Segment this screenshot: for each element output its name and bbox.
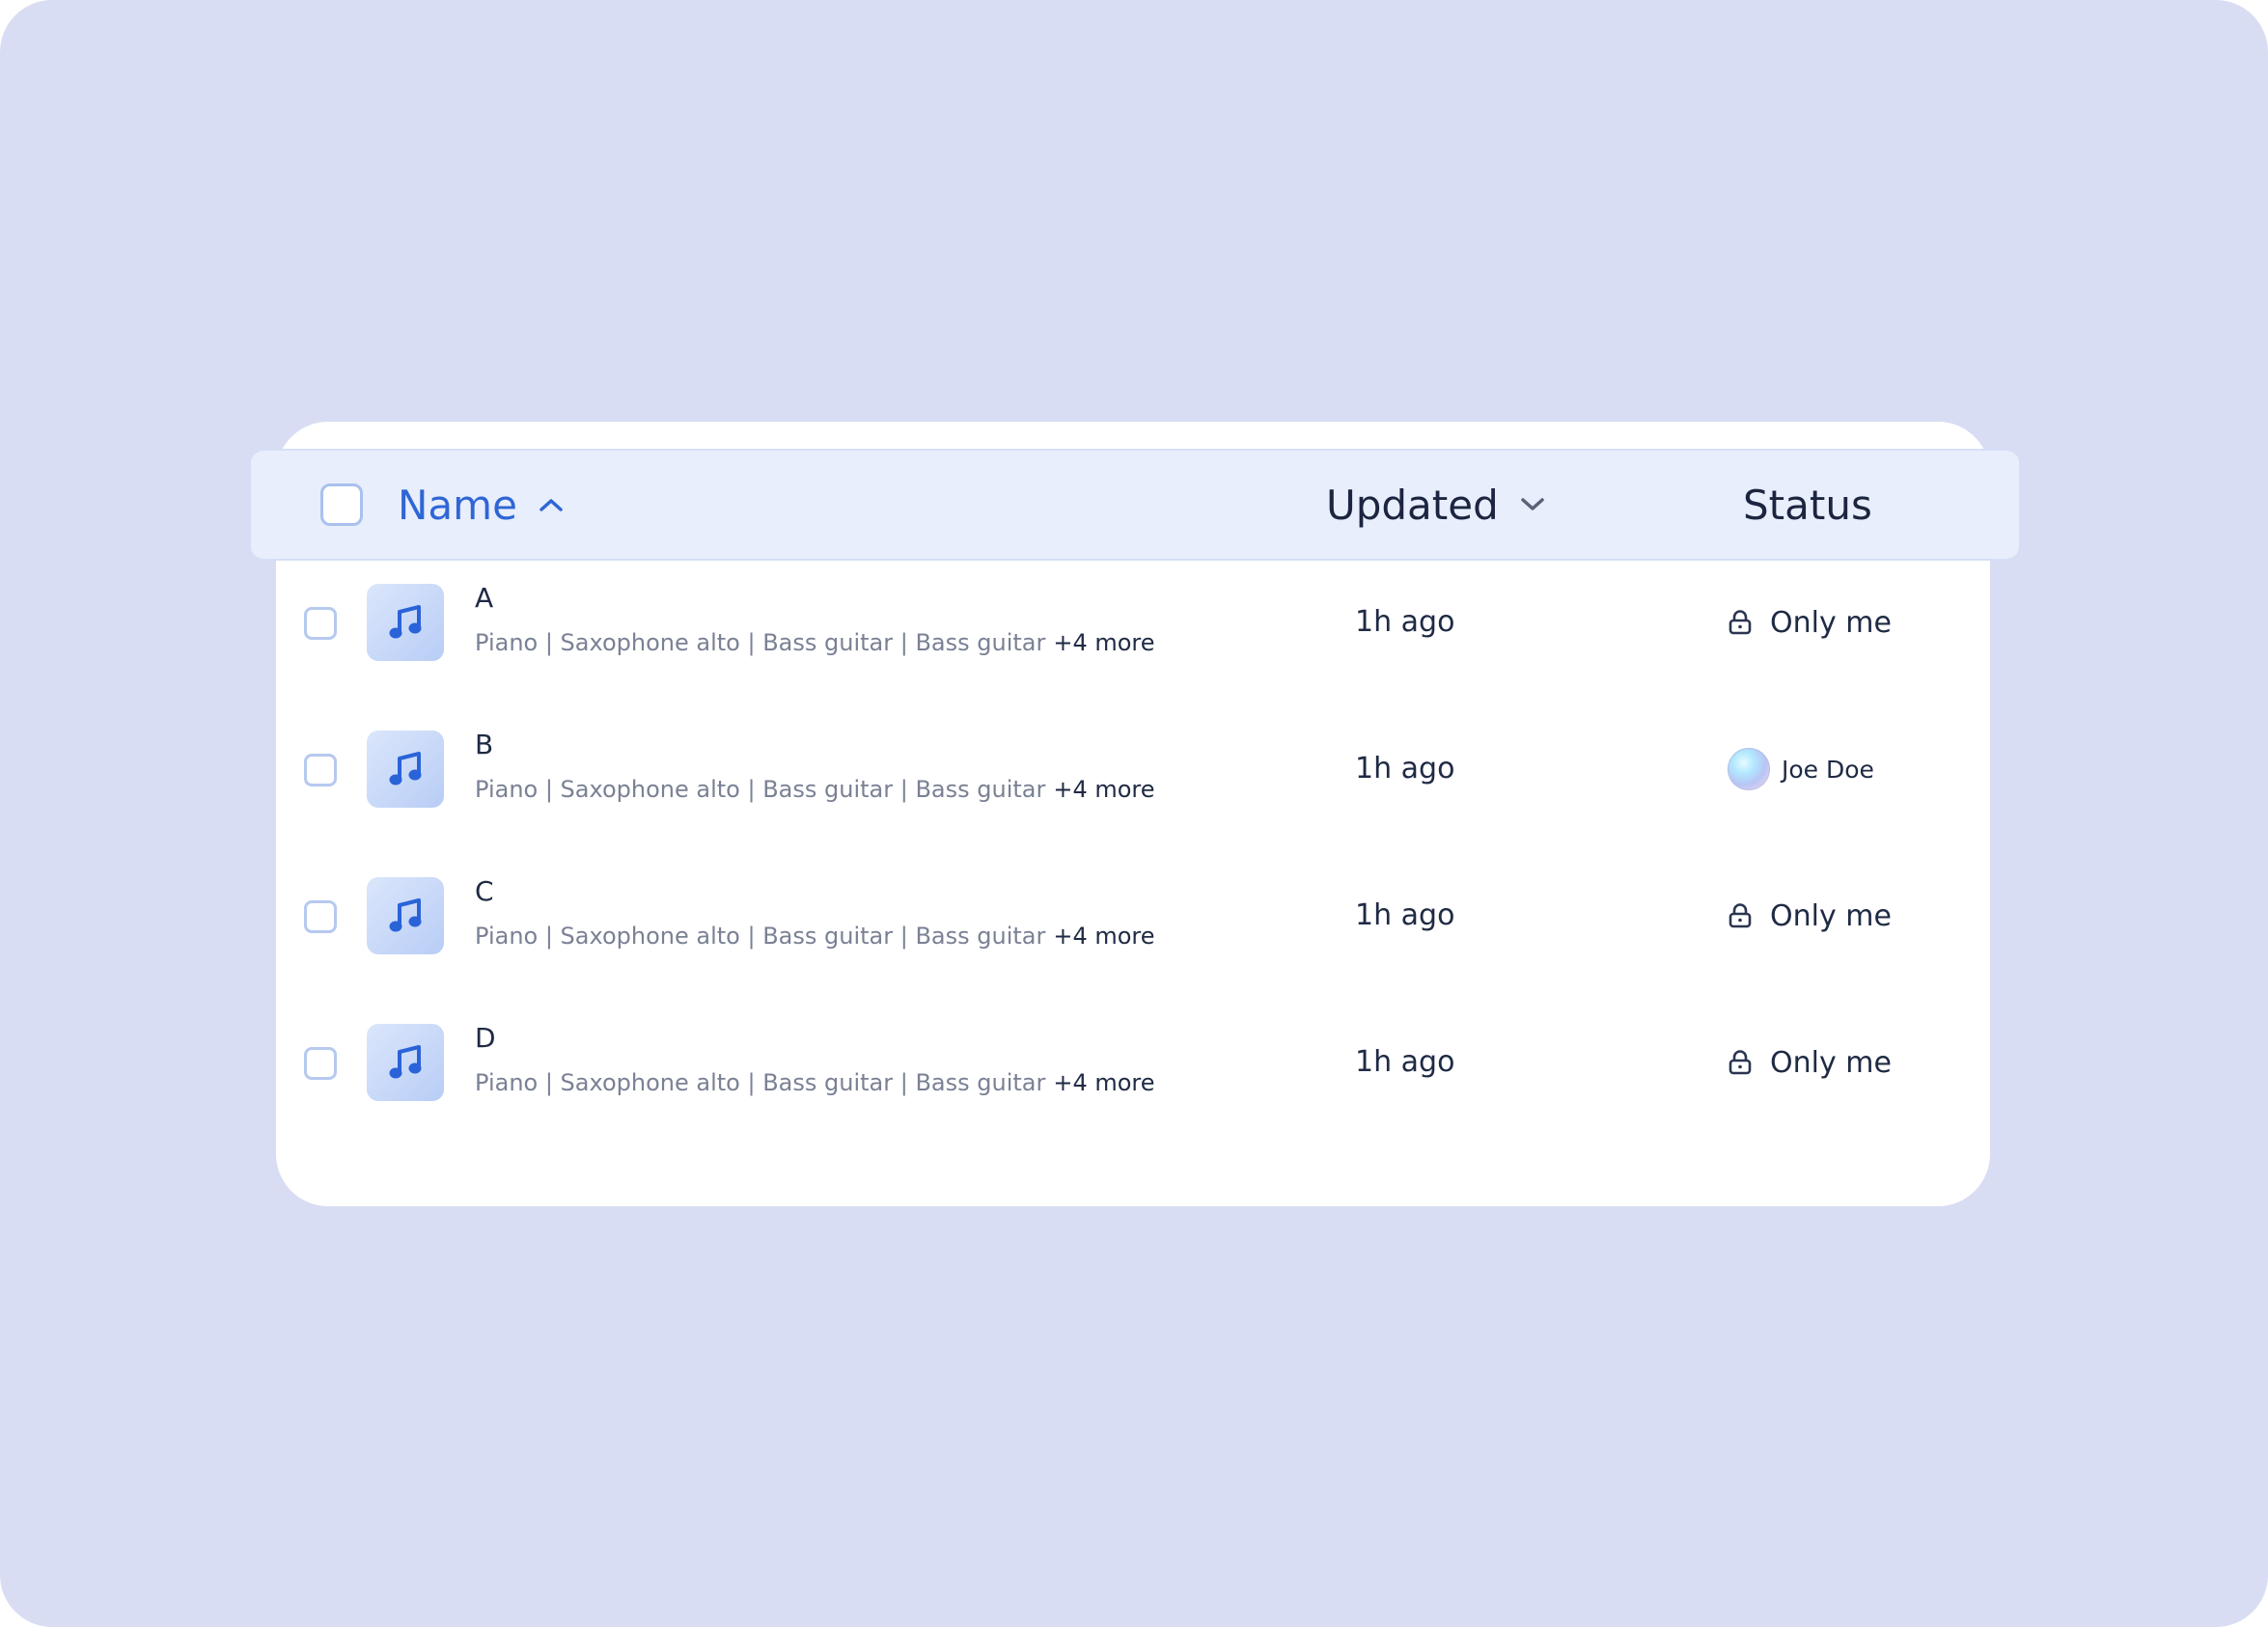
updated-column-label: Updated bbox=[1326, 481, 1499, 529]
file-tags: Piano | Saxophone alto | Bass guitar | B… bbox=[475, 922, 1155, 951]
updated-time: 1h ago bbox=[1355, 1045, 1455, 1079]
file-name: D bbox=[475, 1022, 496, 1054]
file-tags: Piano | Saxophone alto | Bass guitar | B… bbox=[475, 1068, 1155, 1097]
row-checkbox[interactable] bbox=[304, 754, 337, 786]
updated-time: 1h ago bbox=[1355, 752, 1455, 786]
table-header: Name Updated Status bbox=[251, 449, 2019, 561]
updated-column-header[interactable]: Updated bbox=[1326, 474, 1545, 536]
music-note-icon bbox=[367, 1024, 444, 1101]
file-name: B bbox=[475, 729, 494, 760]
chevron-up-icon bbox=[539, 497, 564, 512]
more-tags-link[interactable]: +4 more bbox=[1053, 629, 1154, 656]
updated-time: 1h ago bbox=[1355, 605, 1455, 639]
select-all-checkbox[interactable] bbox=[320, 483, 363, 526]
music-note-icon bbox=[367, 731, 444, 808]
status-text: Only me bbox=[1770, 898, 1892, 933]
table-row[interactable]: D Piano | Saxophone alto | Bass guitar |… bbox=[276, 1005, 1990, 1120]
avatar bbox=[1728, 748, 1770, 790]
lock-icon bbox=[1728, 902, 1753, 929]
status-column-label: Status bbox=[1743, 481, 1872, 529]
file-name: A bbox=[475, 582, 494, 614]
status-text: Only me bbox=[1770, 1045, 1892, 1080]
file-name: C bbox=[475, 875, 494, 907]
updated-time: 1h ago bbox=[1355, 898, 1455, 932]
table-row[interactable]: C Piano | Saxophone alto | Bass guitar |… bbox=[276, 858, 1990, 974]
row-checkbox[interactable] bbox=[304, 900, 337, 933]
name-column-header[interactable]: Name bbox=[398, 474, 564, 536]
music-note-icon bbox=[367, 584, 444, 661]
status-cell: Joe Doe bbox=[1728, 748, 1874, 790]
status-cell: Only me bbox=[1728, 895, 1892, 937]
table-row[interactable]: B Piano | Saxophone alto | Bass guitar |… bbox=[276, 711, 1990, 827]
lock-icon bbox=[1728, 1049, 1753, 1076]
file-tags-text: Piano | Saxophone alto | Bass guitar | B… bbox=[475, 629, 1046, 656]
file-tags-text: Piano | Saxophone alto | Bass guitar | B… bbox=[475, 923, 1046, 950]
row-checkbox[interactable] bbox=[304, 1047, 337, 1080]
lock-icon bbox=[1728, 609, 1753, 636]
table-row[interactable]: A Piano | Saxophone alto | Bass guitar |… bbox=[276, 565, 1990, 680]
status-cell: Only me bbox=[1728, 1041, 1892, 1084]
status-cell: Only me bbox=[1728, 601, 1892, 644]
file-tags-text: Piano | Saxophone alto | Bass guitar | B… bbox=[475, 1069, 1046, 1096]
file-tags-text: Piano | Saxophone alto | Bass guitar | B… bbox=[475, 776, 1046, 803]
more-tags-link[interactable]: +4 more bbox=[1053, 1069, 1154, 1096]
file-tags: Piano | Saxophone alto | Bass guitar | B… bbox=[475, 775, 1155, 804]
status-text: Joe Doe bbox=[1782, 755, 1874, 784]
status-column-header: Status bbox=[1743, 474, 1872, 536]
more-tags-link[interactable]: +4 more bbox=[1053, 776, 1154, 803]
more-tags-link[interactable]: +4 more bbox=[1053, 923, 1154, 950]
status-text: Only me bbox=[1770, 605, 1892, 640]
chevron-down-icon bbox=[1520, 497, 1545, 512]
file-tags: Piano | Saxophone alto | Bass guitar | B… bbox=[475, 628, 1155, 657]
music-note-icon bbox=[367, 877, 444, 954]
row-checkbox[interactable] bbox=[304, 607, 337, 640]
name-column-label: Name bbox=[398, 481, 517, 529]
